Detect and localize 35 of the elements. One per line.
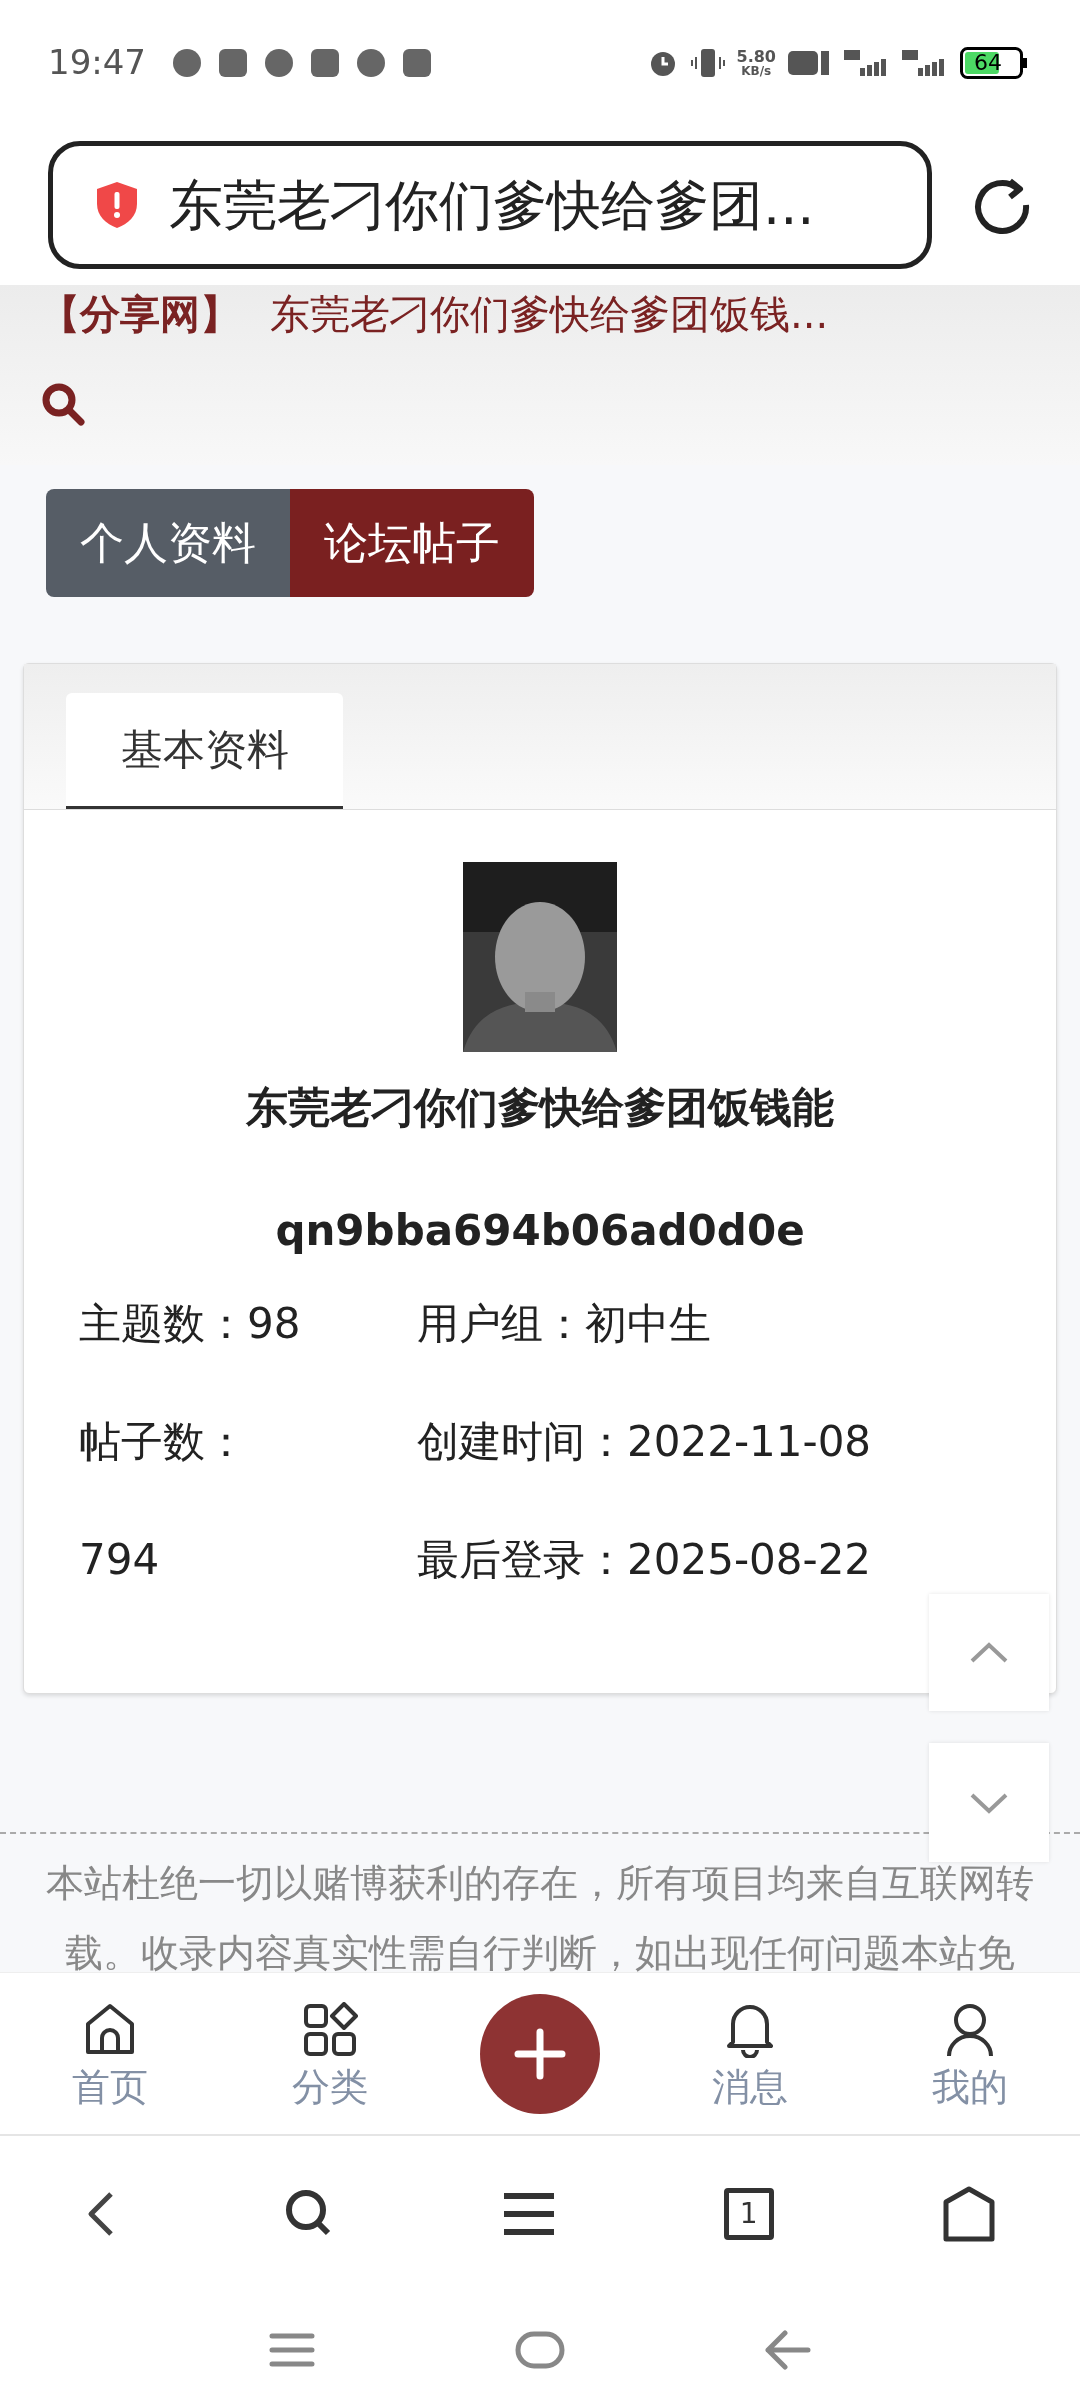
chevron-down-icon (969, 1791, 1009, 1814)
notification-icon (264, 47, 294, 78)
search-icon[interactable] (40, 381, 86, 427)
vibrate-icon (690, 46, 725, 79)
network-speed: 5.80 (736, 48, 776, 65)
status-time: 19:47 (48, 41, 146, 84)
site-brand[interactable]: 【分享网】 (40, 287, 240, 341)
stat-text: 帖子数： (79, 1416, 248, 1468)
user-name: 东莞老刁你们爹快给爹团饭钱能 (246, 1082, 834, 1134)
address-field[interactable]: 东莞老刁你们爹快给爹团... (48, 141, 932, 269)
notification-icon (356, 47, 386, 78)
profile-tab[interactable]: 论坛帖子 (290, 489, 534, 597)
stat-text: 创建时间：2022-11-08 (417, 1416, 873, 1468)
network-speed-unit: KB/s (741, 64, 772, 77)
tabs-button[interactable]: 1 (723, 2188, 774, 2240)
notification-icon (218, 47, 248, 78)
user-icon (945, 2001, 995, 2058)
stat-text: 794 (79, 1534, 161, 1586)
notification-icon (310, 47, 340, 78)
notification-icon (402, 47, 432, 78)
menu-icon[interactable] (504, 2191, 554, 2237)
notification-icon (172, 47, 202, 78)
stat-text: 主题数：98 (79, 1298, 302, 1350)
stat-text: 用户组：初中生 (417, 1298, 712, 1350)
page-title: 东莞老刁你们爹快给爹团... (169, 172, 815, 239)
user-id: qn9bba694b06ad0d0e (275, 1205, 805, 1257)
home-icon[interactable] (943, 2186, 996, 2242)
profile-tab[interactable]: 个人资料 (46, 489, 290, 597)
chevron-up-icon (969, 1641, 1009, 1664)
grid-icon (302, 2001, 358, 2058)
stat-text: 最后登录：2025-08-22 (417, 1534, 873, 1586)
disclaimer-text: 本站杜绝一切以赌博获利的存在，所有项目均来自互联网转载。收录内容真实性需自行判断，如出现任何问题本站免 (45, 1860, 1035, 1972)
site-title[interactable]: 东莞老刁你们爹快给爹团饭钱... (270, 287, 829, 341)
plus-icon (514, 2027, 566, 2080)
card-tab[interactable]: 基本资料 (66, 693, 343, 809)
